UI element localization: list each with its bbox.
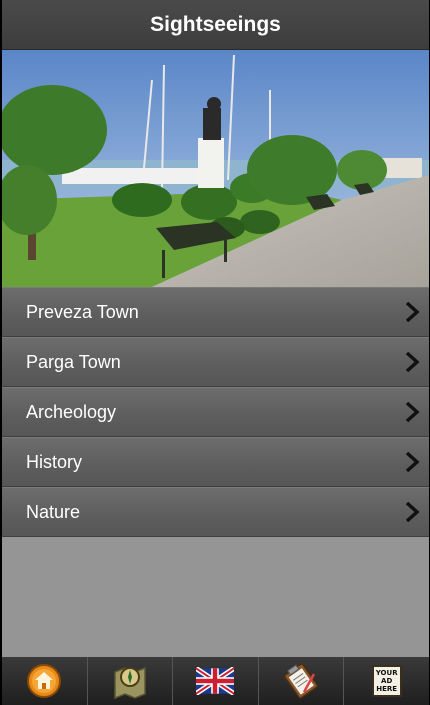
menu-item-label: Parga Town [26, 351, 121, 372]
app-screen: Sightseeings Preveza Town Parga Town Arc… [2, 0, 429, 705]
tab-map[interactable] [88, 657, 174, 705]
menu-item-preveza-town[interactable]: Preveza Town [2, 287, 429, 337]
chevron-right-icon [405, 351, 420, 373]
chevron-right-icon [405, 501, 420, 523]
menu-item-nature[interactable]: Nature [2, 487, 429, 537]
menu-item-label: Archeology [26, 401, 117, 422]
clipboard-icon [284, 663, 319, 699]
chevron-right-icon [405, 401, 420, 423]
tab-notes[interactable] [259, 657, 345, 705]
empty-area [2, 537, 429, 657]
title-bar: Sightseeings [2, 0, 429, 50]
home-icon [27, 664, 62, 698]
tab-language[interactable] [173, 657, 259, 705]
tab-home[interactable] [2, 657, 88, 705]
ad-sign-icon: YOUR AD HERE [371, 665, 402, 697]
menu-item-label: Nature [26, 501, 81, 522]
menu-item-history[interactable]: History [2, 437, 429, 487]
ad-line-1: YOUR AD [375, 669, 398, 685]
hero-image [2, 50, 429, 287]
bottom-tab-bar: YOUR AD HERE [2, 657, 429, 705]
menu-item-archeology[interactable]: Archeology [2, 387, 429, 437]
sightseeing-menu: Preveza Town Parga Town Archeology Histo… [2, 287, 429, 537]
menu-item-label: Preveza Town [26, 301, 139, 322]
page-title: Sightseeings [150, 12, 281, 36]
ad-line-2: HERE [376, 685, 398, 693]
chevron-right-icon [405, 451, 420, 473]
tab-ad[interactable]: YOUR AD HERE [344, 657, 429, 705]
map-compass-icon [114, 666, 146, 700]
menu-item-parga-town[interactable]: Parga Town [2, 337, 429, 387]
menu-item-label: History [26, 451, 83, 472]
chevron-right-icon [405, 301, 420, 323]
uk-flag-icon [196, 667, 235, 695]
